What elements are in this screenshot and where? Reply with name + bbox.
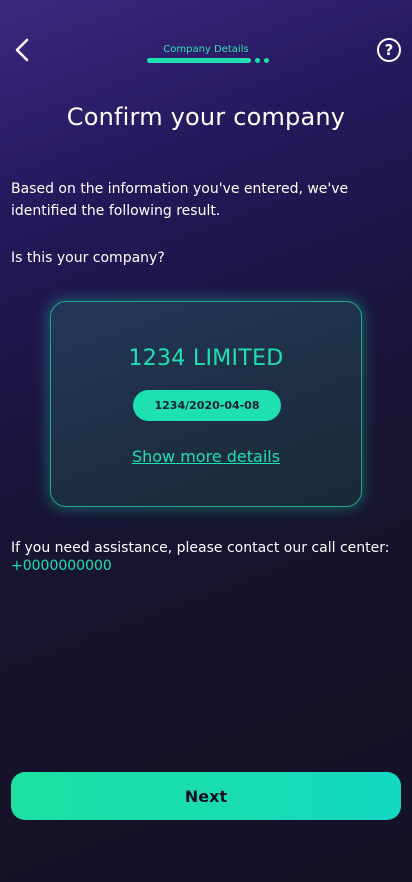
top-bar: Company Details ? [0, 0, 412, 100]
step-progress [147, 58, 269, 63]
progress-dot [255, 58, 260, 63]
company-card: 1234 LIMITED 1234/2020-04-08 Show more d… [50, 301, 362, 507]
registration-badge: 1234/2020-04-08 [133, 390, 281, 421]
call-center-phone-link[interactable]: +0000000000 [11, 558, 112, 574]
progress-bar-active [147, 58, 251, 63]
question-text: Is this your company? [11, 250, 165, 266]
page-title: Confirm your company [66, 103, 346, 131]
intro-text: Based on the information you've entered,… [11, 181, 349, 219]
step-label: Company Details [163, 44, 249, 55]
assistance-text: If you need assistance, please contact o… [11, 540, 390, 556]
progress-dot [264, 58, 269, 63]
help-button[interactable]: ? [377, 38, 401, 62]
question-circle-icon: ? [384, 40, 394, 59]
company-name: 1234 LIMITED [128, 346, 284, 371]
next-button[interactable]: Next [11, 772, 401, 820]
show-more-details-link[interactable]: Show more details [51, 447, 361, 466]
